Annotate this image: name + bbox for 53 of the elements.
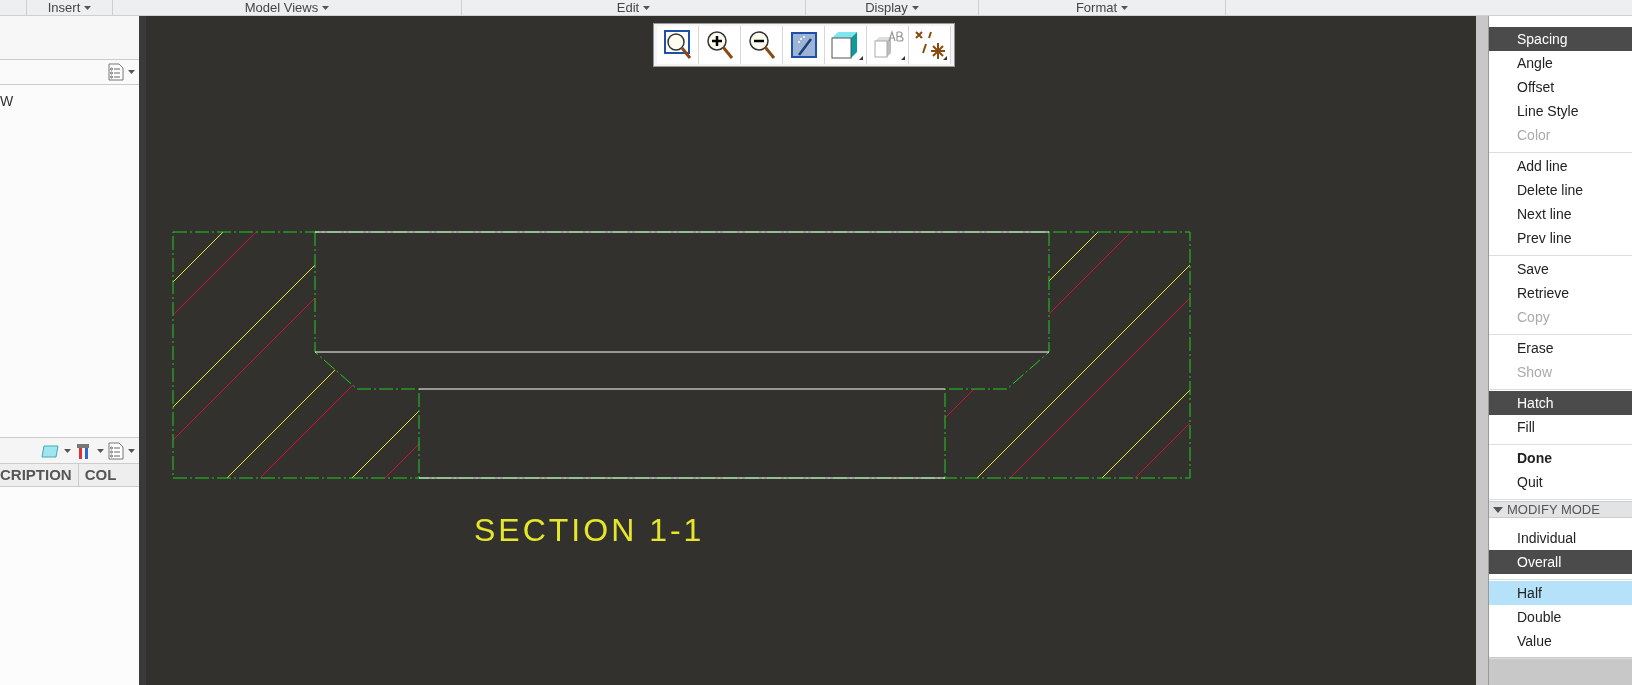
- menu-item[interactable]: Quit: [1489, 470, 1632, 494]
- menu-item[interactable]: Fill: [1489, 415, 1632, 439]
- menu-item[interactable]: Double: [1489, 605, 1632, 629]
- caret-icon: [64, 448, 71, 453]
- menu-item[interactable]: Add line: [1489, 154, 1632, 178]
- ribbon-group-label[interactable]: Format: [1075, 0, 1129, 15]
- menu-item[interactable]: Spacing: [1489, 27, 1632, 51]
- caret-icon: [97, 448, 104, 453]
- zoom-out-icon: [746, 29, 777, 61]
- brush-icon: [788, 29, 819, 61]
- section-label: SECTION 1-1: [474, 512, 705, 548]
- menu-item[interactable]: Prev line: [1489, 226, 1632, 250]
- zoom-fit-icon: [662, 29, 693, 61]
- menu-item[interactable]: Value: [1489, 629, 1632, 653]
- caret-icon: [128, 70, 135, 74]
- menu-item[interactable]: Individual: [1489, 526, 1632, 550]
- caret-icon: [128, 448, 135, 453]
- menu-item[interactable]: Offset: [1489, 75, 1632, 99]
- caret-icon: [322, 5, 330, 10]
- zoom-in-icon: [704, 29, 735, 61]
- menu-item[interactable]: Delete line: [1489, 178, 1632, 202]
- menu-item[interactable]: Hatch: [1489, 391, 1632, 415]
- menu-item[interactable]: Retrieve: [1489, 281, 1632, 305]
- menu-item[interactable]: Angle: [1489, 51, 1632, 75]
- caret-icon: [1121, 5, 1129, 10]
- caret-icon: [84, 5, 92, 10]
- menu-item[interactable]: Save: [1489, 257, 1632, 281]
- menu-item[interactable]: Line Style: [1489, 99, 1632, 123]
- menu-item[interactable]: Half: [1489, 581, 1632, 605]
- menu-item[interactable]: Erase: [1489, 336, 1632, 360]
- list-icon[interactable]: [108, 63, 124, 81]
- toolbar-button[interactable]: [783, 26, 825, 64]
- toolbar-button[interactable]: [741, 26, 783, 64]
- toolbar-button[interactable]: [657, 26, 699, 64]
- caret-icon: [643, 5, 651, 10]
- toolbar-button[interactable]: [699, 26, 741, 64]
- section-header[interactable]: MODIFY MODE: [1489, 501, 1632, 518]
- cube-icon: [828, 29, 863, 61]
- menu-item[interactable]: Next line: [1489, 202, 1632, 226]
- column-header[interactable]: CRIPTION: [0, 464, 78, 486]
- menu-item[interactable]: Done: [1489, 446, 1632, 470]
- caret-icon: [911, 5, 919, 10]
- list-icon[interactable]: [108, 441, 124, 460]
- toolbar-button[interactable]: [909, 26, 951, 64]
- ribbon-group-label[interactable]: Display: [865, 0, 919, 15]
- tree-item[interactable]: W: [0, 91, 14, 112]
- cross-marks-icon: [912, 29, 947, 61]
- menu-item[interactable]: Overall: [1489, 550, 1632, 574]
- ribbon-group-label[interactable]: Insert: [47, 0, 92, 15]
- expanded-arrow-icon: [1493, 506, 1503, 513]
- column-header[interactable]: COL: [77, 464, 117, 486]
- ribbon-group-label[interactable]: Model Views: [244, 0, 330, 15]
- ribbon-group-label[interactable]: Edit: [616, 0, 651, 15]
